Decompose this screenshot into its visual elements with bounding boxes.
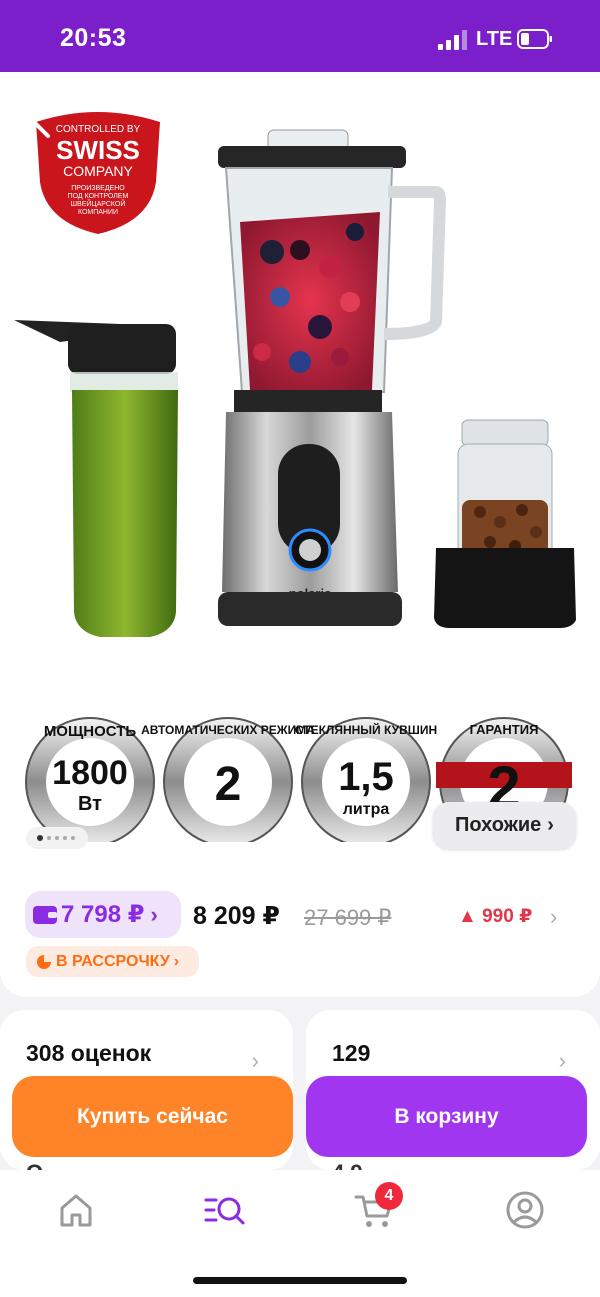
similar-button[interactable]: Похожие › [433,802,576,849]
svg-text:2: 2 [215,758,242,811]
price-change[interactable]: ▲ 990 ₽ [458,905,532,928]
svg-text:SWISS: SWISS [56,135,140,165]
coffee-grinder [434,419,576,628]
catalog-search-icon[interactable] [202,1188,246,1232]
svg-text:литра: литра [343,801,390,818]
cart-count-badge: 4 [375,1182,403,1210]
tab-bar: 4 [0,1170,600,1297]
installment-button[interactable]: В РАССРОЧКУ › [26,946,199,977]
pie-chart-icon [37,954,51,969]
current-price: 8 209 ₽ [193,902,280,930]
chevron-right-icon: › [251,1048,259,1073]
svg-text:ШВЕЙЦАРСКОЙ: ШВЕЙЦАРСКОЙ [71,199,126,208]
product-gallery[interactable]: CONTROLLED BY SWISS COMPANY ПРОИЗВЕДЕНО … [0,72,600,857]
home-indicator [193,1277,407,1284]
similar-label: Похожие [455,814,542,836]
chevron-right-icon: › [558,1048,566,1073]
wallet-price-button[interactable]: 7 798 ₽ › [25,891,181,938]
badge-jug: СТЕКЛЯННЫЙ КУВШИН 1,5 литра [295,717,437,842]
profile-icon[interactable] [503,1188,547,1232]
svg-text:COMPANY: COMPANY [63,163,133,179]
triangle-up-icon: ▲ [458,906,477,927]
chevron-right-icon: › [150,901,158,927]
svg-text:СТЕКЛЯННЫЙ КУВШИН: СТЕКЛЯННЫЙ КУВШИН [295,722,437,737]
svg-text:АВТОМАТИЧЕСКИХ РЕЖИМА: АВТОМАТИЧЕСКИХ РЕЖИМА [141,723,315,737]
wallet-icon [33,905,57,924]
ratings-count: 308 оценок [26,1040,152,1066]
chevron-right-icon: › [173,952,180,970]
svg-text:CONTROLLED BY: CONTROLLED BY [56,124,141,135]
svg-text:1800: 1800 [52,754,128,792]
svg-text:ПОД КОНТРОЛЕМ: ПОД КОНТРОЛЕМ [68,193,129,200]
svg-text:ГАРАНТИЯ: ГАРАНТИЯ [470,722,539,737]
wallet-price: 7 798 ₽ [61,901,145,928]
chevron-right-icon: › [547,814,554,836]
blender: polaris [218,129,447,626]
battery-icon [517,29,552,49]
svg-text:КОМПАНИИ: КОМПАНИИ [78,209,118,216]
signal-icon [438,30,467,50]
svg-text:ПРОИЗВЕДЕНО: ПРОИЗВЕДЕНО [71,185,125,192]
sport-bottle [14,320,178,637]
installment-label: В РАССРОЧКУ [56,952,170,970]
back-icon[interactable] [22,100,62,140]
status-time: 20:53 [60,24,127,52]
favorite-heart-icon[interactable] [464,98,506,138]
status-bar: 20:53 LTE [0,0,600,72]
network-label: LTE [476,28,513,50]
old-price: 27 699 ₽ [304,905,392,930]
add-to-cart-button[interactable]: В корзину [306,1076,587,1157]
svg-text:Вт: Вт [78,793,102,815]
gallery-pagination [26,827,88,849]
badge-power: МОЩНОСТЬ 1800 Вт [25,717,155,842]
product-image: CONTROLLED BY SWISS COMPANY ПРОИЗВЕДЕНО … [14,112,576,637]
badge-modes: АВТОМАТИЧЕСКИХ РЕЖИМА 2 [141,717,315,842]
svg-text:МОЩНОСТЬ: МОЩНОСТЬ [44,723,137,740]
home-icon[interactable] [54,1188,98,1232]
svg-text:1,5: 1,5 [338,755,394,799]
questions-count: 129 [332,1040,371,1066]
buy-now-button[interactable]: Купить сейчас [12,1076,293,1157]
price-card: 7 798 ₽ › 8 209 ₽ 27 699 ₽ ▲ 990 ₽ › В Р… [0,857,600,997]
chevron-right-icon[interactable]: › [550,904,557,930]
share-icon[interactable] [542,96,582,140]
